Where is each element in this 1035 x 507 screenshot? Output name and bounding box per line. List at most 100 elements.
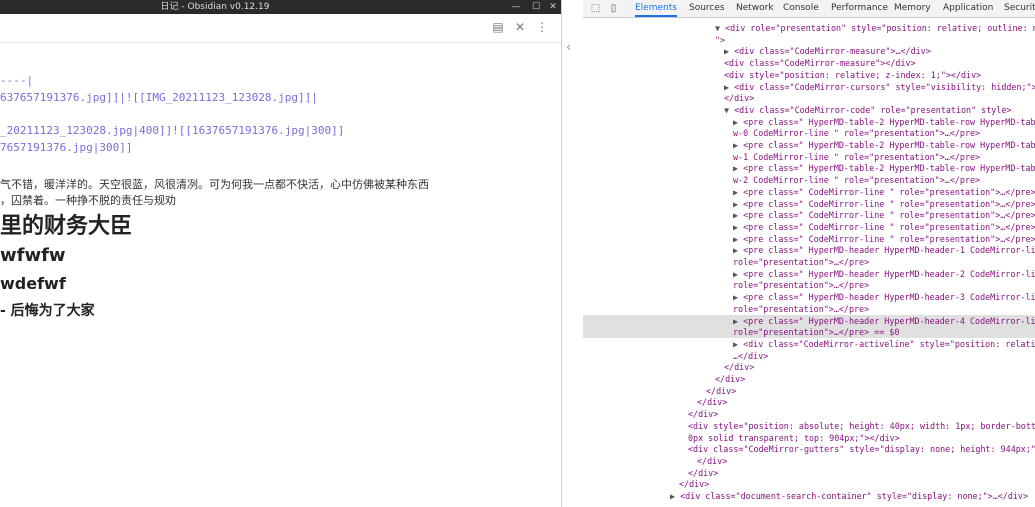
dom-node-line[interactable]: <div style="position: absolute; height: … — [583, 420, 1035, 432]
dom-node-line[interactable]: </div> — [583, 455, 1035, 467]
maximize-button[interactable]: ☐ — [528, 0, 544, 14]
heading-3[interactable]: wdefwf — [0, 274, 66, 293]
expand-triangle-closed-icon[interactable]: ▶ — [733, 339, 743, 349]
chevron-left-icon[interactable]: ‹ — [566, 40, 571, 55]
dom-node-line[interactable]: 0px solid transparent; top: 904px;"></di… — [583, 432, 1035, 444]
dom-node-markup: <div class="document-search-container" s… — [680, 491, 1029, 501]
dom-node-line[interactable]: ▶ <pre class=" CodeMirror-line " role="p… — [583, 186, 1035, 198]
dom-node-markup: </div> — [706, 385, 737, 396]
tab-memory[interactable]: Memory — [894, 0, 931, 17]
dom-node-line[interactable]: </div> — [583, 92, 1035, 104]
tab-performance[interactable]: Performance — [831, 0, 888, 17]
expand-triangle-closed-icon[interactable]: ▶ — [733, 210, 743, 220]
dom-node-line[interactable]: ▼ <div role="presentation" style="positi… — [583, 22, 1035, 34]
minimize-button[interactable]: — — [508, 0, 524, 14]
dom-node-line[interactable]: role="presentation">…</pre> — [583, 279, 1035, 291]
tab-elements[interactable]: Elements — [635, 0, 677, 17]
dom-node-line[interactable]: role="presentation">…</pre> — [583, 256, 1035, 268]
dom-node-line[interactable]: <div class="CodeMirror-measure"></div> — [583, 57, 1035, 69]
tab-console[interactable]: Console — [783, 0, 819, 17]
dom-node-line[interactable]: </div> — [583, 385, 1035, 397]
expand-triangle-closed-icon[interactable]: ▶ — [733, 234, 743, 244]
editor-paragraph[interactable]: ，囚禁着。一种挣不脱的责任与规劝 — [0, 192, 176, 208]
tab-application[interactable]: Application — [943, 0, 993, 17]
heading-4[interactable]: - 后悔为了大家 — [0, 300, 95, 320]
dom-node-line[interactable]: ▶ <pre class=" HyperMD-header HyperMD-he… — [583, 268, 1035, 280]
expand-triangle-closed-icon[interactable]: ▶ — [733, 117, 743, 127]
dom-node-line[interactable]: ▶ <div class="CodeMirror-cursors" style=… — [583, 81, 1035, 93]
close-window-button[interactable]: ✕ — [545, 0, 561, 14]
expand-triangle-closed-icon[interactable]: ▶ — [733, 269, 743, 279]
dom-node-line[interactable]: </div> — [583, 408, 1035, 420]
expand-triangle-open-icon[interactable]: ▼ — [715, 23, 725, 33]
dom-node-line[interactable]: ▶ <pre class=" HyperMD-table-2 HyperMD-t… — [583, 139, 1035, 151]
devtools-toolbar: ⬚ ▯ Elements Sources Network Console Per… — [583, 0, 1035, 18]
dom-node-line[interactable]: </div> — [583, 361, 1035, 373]
dom-node-line[interactable]: ▶ <pre class=" CodeMirror-line " role="p… — [583, 198, 1035, 210]
close-pane-icon[interactable]: ✕ — [513, 20, 527, 34]
dom-node-line[interactable]: w-0 CodeMirror-line " role="presentation… — [583, 127, 1035, 139]
editor-line[interactable]: 637657191376.jpg]]|![[IMG_20211123_12302… — [0, 91, 318, 104]
expand-triangle-closed-icon[interactable]: ▶ — [733, 163, 743, 173]
dom-node-line[interactable]: ▶ <div class="CodeMirror-measure">…</div… — [583, 45, 1035, 57]
expand-triangle-closed-icon[interactable]: ▶ — [733, 140, 743, 150]
dom-node-markup: <pre class=" HyperMD-table-2 HyperMD-tab… — [743, 116, 1035, 127]
dom-node-line[interactable]: ▶ <pre class=" HyperMD-header HyperMD-he… — [583, 314, 1035, 327]
dom-node-line[interactable]: </div> — [583, 467, 1035, 479]
dom-node-line[interactable]: ▶ <pre class=" HyperMD-table-2 HyperMD-t… — [583, 162, 1035, 174]
dom-node-line[interactable]: ▶ <pre class=" CodeMirror-line " role="p… — [583, 221, 1035, 233]
expand-triangle-closed-icon[interactable]: ▶ — [733, 292, 743, 302]
expand-triangle-closed-icon[interactable]: ▶ — [724, 82, 734, 92]
editor-pane[interactable]: ▤ ✕ ⋮ ----| 637657191376.jpg]]|![[IMG_20… — [0, 14, 561, 507]
dom-node-line[interactable]: role="presentation">…</pre> == $0 — [583, 326, 1035, 339]
dom-node-markup: <div class="CodeMirror-cursors" style="v… — [734, 81, 1035, 92]
editor-line[interactable]: 7657191376.jpg|300]] — [0, 141, 132, 154]
dom-node-line[interactable]: ▶ <div class="document-search-container"… — [583, 490, 1035, 502]
expand-triangle-closed-icon[interactable]: ▶ — [733, 316, 743, 326]
dom-node-line[interactable]: ▼ <div class="CodeMirror-code" role="pre… — [583, 104, 1035, 116]
dom-node-line[interactable]: ▶ <pre class=" CodeMirror-line " role="p… — [583, 209, 1035, 221]
dom-node-line[interactable]: …</div> — [583, 350, 1035, 362]
dom-node-line[interactable]: ▶ <pre class=" CodeMirror-line " role="p… — [583, 233, 1035, 245]
tab-network[interactable]: Network — [736, 0, 774, 17]
dom-node-line[interactable]: ▶ <div class="CodeMirror-activeline" sty… — [583, 338, 1035, 350]
editor-line[interactable]: ----| — [0, 74, 33, 87]
dom-node-line[interactable]: w-1 CodeMirror-line " role="presentation… — [583, 151, 1035, 163]
tab-sources[interactable]: Sources — [689, 0, 725, 17]
dom-node-markup: <div class="CodeMirror-measure">…</div> — [734, 46, 931, 57]
editor-paragraph[interactable]: 气不错，暖洋洋的。天空很蓝，风很清冽。可为何我一点都不快活，心中仿佛被某种东西 — [0, 176, 429, 192]
dom-tree[interactable]: ▼ <div role="presentation" style="positi… — [583, 18, 1035, 507]
expand-triangle-closed-icon[interactable]: ▶ — [733, 222, 743, 232]
expand-triangle-closed-icon[interactable]: ▶ — [733, 199, 743, 209]
dom-node-line[interactable]: ▶ <pre class=" HyperMD-header HyperMD-he… — [583, 244, 1035, 256]
dom-node-line[interactable]: w-2 CodeMirror-line " role="presentation… — [583, 174, 1035, 186]
heading-1[interactable]: 里的财务大臣 — [0, 208, 132, 240]
expand-triangle-closed-icon[interactable]: ▶ — [733, 245, 743, 255]
dom-node-line[interactable]: </div> — [583, 373, 1035, 385]
heading-2[interactable]: wfwfw — [0, 245, 66, 266]
more-options-icon[interactable]: ⋮ — [535, 20, 549, 34]
expand-triangle-closed-icon[interactable]: ▶ — [733, 187, 743, 197]
dom-node-line[interactable]: ▶ <pre class=" HyperMD-header HyperMD-he… — [583, 291, 1035, 303]
reading-view-icon[interactable]: ▤ — [491, 20, 505, 34]
dom-node-line[interactable]: "> — [583, 34, 1035, 46]
dom-node-line[interactable]: <div class="CodeMirror-gutters" style="d… — [583, 443, 1035, 455]
dom-node-markup: <pre class=" CodeMirror-line " role="pre… — [743, 233, 1035, 244]
inspect-element-icon[interactable]: ⬚ — [589, 2, 602, 15]
expand-triangle-closed-icon[interactable]: ▶ — [670, 491, 680, 501]
dom-node-line[interactable]: ▶ <pre class=" HyperMD-table-2 HyperMD-t… — [583, 116, 1035, 128]
dom-node-markup: <div class="CodeMirror-code" role="prese… — [734, 104, 1012, 115]
dom-node-markup: <pre class=" CodeMirror-line " role="pre… — [743, 210, 1035, 221]
dom-node-line[interactable]: </div> — [583, 478, 1035, 490]
dom-node-markup: <pre class=" HyperMD-header HyperMD-head… — [743, 315, 1035, 326]
tab-security[interactable]: Security — [1004, 0, 1035, 17]
editor-line[interactable]: _20211123_123028.jpg|400]]![[16376571913… — [0, 124, 344, 137]
pane-splitter[interactable] — [561, 0, 585, 507]
dom-node-line[interactable]: role="presentation">…</pre> — [583, 303, 1035, 315]
dom-node-line[interactable]: </div> — [583, 396, 1035, 408]
dom-node-line[interactable]: <div style="position: relative; z-index:… — [583, 69, 1035, 81]
expand-triangle-open-icon[interactable]: ▼ — [724, 105, 734, 115]
expand-triangle-closed-icon[interactable]: ▶ — [724, 46, 734, 56]
dom-node-markup: <div style="position: absolute; height: … — [688, 420, 1035, 431]
device-toolbar-icon[interactable]: ▯ — [607, 2, 620, 15]
